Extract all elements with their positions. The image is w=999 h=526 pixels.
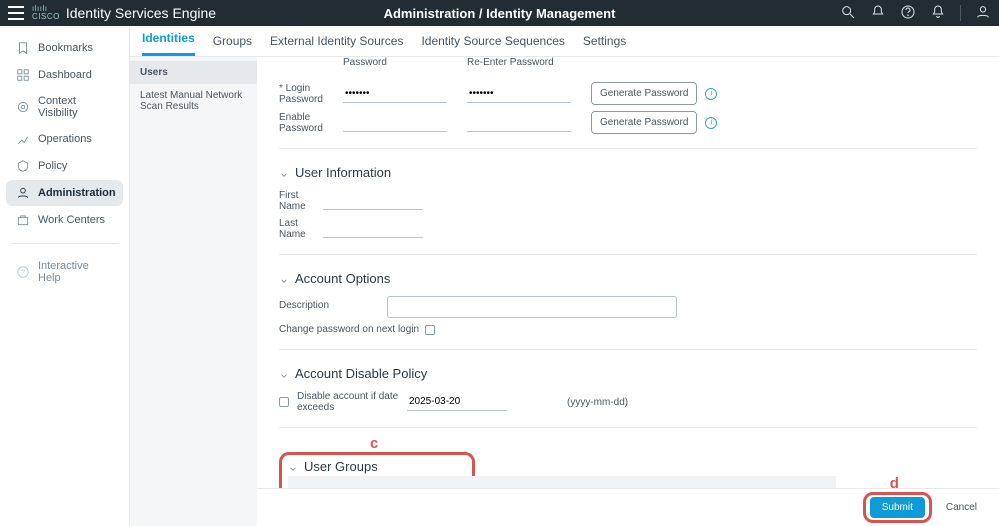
- tab-settings[interactable]: Settings: [583, 26, 626, 56]
- sidebar-item-label: Dashboard: [38, 69, 92, 81]
- reenter-login-password-input[interactable]: [467, 85, 571, 103]
- first-name-input[interactable]: [323, 192, 423, 210]
- section-title: Account Options: [295, 271, 390, 286]
- change-password-label: Change password on next login: [279, 324, 419, 335]
- search-icon[interactable]: [840, 4, 856, 23]
- generate-enable-password-button[interactable]: Generate Password: [591, 111, 697, 134]
- sidebar-item-workcenters[interactable]: Work Centers: [6, 207, 123, 233]
- form-area: Password Re-Enter Password * Login Passw…: [257, 57, 999, 526]
- sidebar-item-label: Policy: [38, 160, 67, 172]
- section-title: User Groups: [304, 459, 378, 474]
- chevron-down-icon: [279, 168, 289, 178]
- tab-identities[interactable]: Identities: [142, 23, 195, 56]
- reenter-col-head: Re-Enter Password: [467, 57, 571, 68]
- chevron-down-icon: [279, 369, 289, 379]
- brand: ılıılıCISCO Identity Services Engine: [32, 5, 216, 21]
- sidebar-item-label: Operations: [38, 133, 92, 145]
- divider: [960, 5, 961, 21]
- disable-account-checkbox[interactable]: [279, 397, 289, 407]
- chevron-down-icon: [288, 462, 298, 472]
- description-input[interactable]: [387, 296, 677, 318]
- generate-login-password-button[interactable]: Generate Password: [591, 82, 697, 105]
- section-disable-policy[interactable]: Account Disable Policy: [279, 366, 977, 381]
- notification-icon[interactable]: [870, 4, 886, 23]
- section-user-information[interactable]: User Information: [279, 165, 977, 180]
- chevron-down-icon: [279, 274, 289, 284]
- alerts-icon[interactable]: [930, 4, 946, 23]
- sidebar-item-operations[interactable]: Operations: [6, 126, 123, 152]
- sidebar-item-label: Context Visibility: [38, 95, 113, 119]
- password-col-head: Password: [343, 57, 447, 68]
- form-footer: d Submit Cancel: [257, 488, 999, 526]
- sidebar-item-administration[interactable]: Administration: [6, 180, 123, 206]
- date-format-hint: (yyyy-mm-dd): [567, 397, 628, 408]
- change-password-checkbox[interactable]: [425, 325, 435, 335]
- section-title: Account Disable Policy: [295, 366, 427, 381]
- sidebar-item-context[interactable]: Context Visibility: [6, 89, 123, 125]
- last-name-label: Last Name: [279, 218, 323, 240]
- login-password-input[interactable]: [343, 85, 447, 103]
- sidebar-item-policy[interactable]: Policy: [6, 153, 123, 179]
- breadcrumb: Administration / Identity Management: [384, 6, 616, 21]
- annotation-letter-d: d: [890, 475, 899, 492]
- login-password-label: * Login Password: [279, 83, 343, 105]
- cancel-button[interactable]: Cancel: [946, 502, 977, 513]
- sidebar-item-label: Work Centers: [38, 214, 105, 226]
- info-icon: i: [705, 117, 717, 129]
- subnav: Users Latest Manual Network Scan Results: [130, 57, 257, 526]
- menu-icon[interactable]: [8, 6, 24, 20]
- enable-password-label: Enable Password: [279, 112, 343, 134]
- sidebar-item-label: Interactive Help: [38, 260, 113, 284]
- sidebar-item-label: Bookmarks: [38, 42, 93, 54]
- svg-text:?: ?: [21, 269, 25, 276]
- disable-date-input[interactable]: [407, 393, 507, 411]
- sidebar-item-help[interactable]: ? Interactive Help: [6, 254, 123, 290]
- annotation-letter-c: c: [370, 435, 378, 452]
- tab-groups[interactable]: Groups: [213, 26, 252, 56]
- disable-account-label: Disable account if date exceeds: [297, 391, 407, 413]
- subnav-latest-scan[interactable]: Latest Manual Network Scan Results: [130, 84, 257, 118]
- sidebar-item-dashboard[interactable]: Dashboard: [6, 62, 123, 88]
- sidebar: Bookmarks Dashboard Context Visibility O…: [0, 26, 130, 526]
- submit-button[interactable]: Submit: [870, 497, 925, 518]
- last-name-input[interactable]: [323, 220, 423, 238]
- first-name-label: First Name: [279, 190, 323, 212]
- tabs: Identities Groups External Identity Sour…: [130, 26, 999, 57]
- help-icon[interactable]: [900, 4, 916, 23]
- sidebar-item-label: Administration: [38, 187, 116, 199]
- section-user-groups[interactable]: User Groups: [288, 459, 466, 474]
- user-icon[interactable]: [975, 4, 991, 23]
- section-account-options[interactable]: Account Options: [279, 271, 977, 286]
- tab-external[interactable]: External Identity Sources: [270, 26, 403, 56]
- subnav-users[interactable]: Users: [130, 61, 257, 84]
- tab-sequences[interactable]: Identity Source Sequences: [421, 26, 564, 56]
- submit-annotation-box: d Submit: [863, 492, 932, 523]
- sidebar-item-bookmarks[interactable]: Bookmarks: [6, 35, 123, 61]
- reenter-enable-password-input[interactable]: [467, 114, 571, 132]
- section-title: User Information: [295, 165, 391, 180]
- enable-password-input[interactable]: [343, 114, 447, 132]
- description-label: Description: [279, 296, 387, 311]
- info-icon: i: [705, 88, 717, 100]
- app-title: Identity Services Engine: [66, 5, 216, 21]
- cisco-logo: ılıılıCISCO: [32, 5, 60, 21]
